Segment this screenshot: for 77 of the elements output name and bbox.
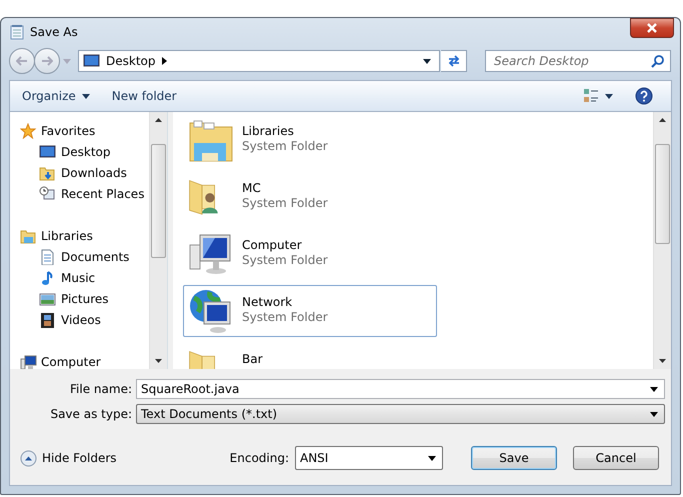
sidebar-item[interactable]: Computer (20, 351, 149, 369)
sidebar-item[interactable]: Downloads (20, 162, 149, 183)
caret-icon (82, 94, 90, 98)
caret-icon (428, 456, 436, 460)
item-type: System Folder (242, 253, 328, 267)
close-button[interactable] (630, 18, 674, 38)
item-name: Libraries (242, 124, 295, 138)
sidebar-item[interactable]: Desktop (20, 141, 149, 162)
sidebar-item[interactable]: Documents (20, 246, 149, 267)
close-icon (646, 23, 658, 33)
field-label: Save as type: (49, 407, 132, 421)
organize-button[interactable]: Organize (14, 86, 98, 106)
file-item[interactable]: Bar (183, 342, 437, 369)
sidebar-item[interactable]: Favorites (20, 120, 149, 141)
down-arrow-icon (659, 359, 666, 363)
up-arrow-icon (155, 118, 162, 122)
sidebar-item[interactable]: Pictures (20, 288, 149, 309)
field-label: File name: (69, 382, 132, 396)
scrollbar[interactable] (149, 112, 167, 369)
item-name: Network (242, 295, 294, 309)
document-icon (39, 248, 56, 264)
monitor-icon (83, 53, 100, 69)
item-name: Computer (242, 238, 303, 252)
caret-icon (605, 94, 613, 98)
back-button[interactable] (9, 48, 35, 74)
save-button[interactable]: Save (471, 446, 557, 470)
star-icon (20, 122, 37, 138)
window-title: Save As (30, 25, 78, 39)
folder-icon (20, 228, 37, 244)
collapse-icon (20, 450, 37, 466)
field-label: Encoding: (230, 451, 289, 465)
triangle-icon (162, 57, 166, 65)
file-item[interactable]: Libraries System Folder (183, 114, 437, 166)
notepad-icon (9, 24, 25, 40)
cancel-button[interactable]: Cancel (573, 446, 659, 470)
view-list-icon (583, 88, 599, 104)
clock-monitor-icon (39, 186, 56, 202)
refresh-button[interactable] (441, 50, 467, 72)
hide-folders-button[interactable]: Hide Folders (20, 450, 117, 466)
caret-icon (650, 412, 658, 416)
film-icon (39, 312, 56, 328)
up-arrow-icon (659, 118, 666, 122)
forward-button[interactable] (34, 48, 60, 74)
search-field[interactable]: Search Desktop (485, 50, 671, 72)
file-name-field[interactable]: SquareRoot.java (136, 379, 665, 399)
scroll-thumb[interactable] (151, 144, 166, 258)
sidebar-item[interactable]: Recent Places (20, 183, 149, 204)
search-icon (651, 54, 664, 68)
file-item[interactable]: Computer System Folder (183, 228, 437, 280)
monitor-icon (39, 144, 56, 160)
left-arrow-icon (16, 56, 28, 66)
caret-icon (63, 58, 71, 64)
file-item[interactable]: MC System Folder (183, 171, 437, 223)
caret-icon (650, 386, 658, 392)
item-type: System Folder (242, 196, 328, 210)
item-name: MC (242, 181, 262, 195)
file-item[interactable]: Network System Folder (183, 285, 437, 337)
encoding-dropdown[interactable]: ANSI (295, 446, 443, 470)
item-type: System Folder (242, 310, 328, 324)
help-icon (635, 87, 653, 105)
item-type: System Folder (242, 139, 328, 153)
refresh-icon (446, 54, 460, 68)
sidebar-item[interactable]: Videos (20, 309, 149, 330)
scrollbar[interactable] (653, 112, 671, 369)
caret-icon (423, 58, 431, 64)
right-arrow-icon (41, 56, 53, 66)
breadcrumb-item[interactable]: Desktop (106, 54, 156, 68)
folder-arrow-icon (39, 164, 56, 180)
new-folder-button[interactable]: New folder (104, 86, 185, 106)
picture-icon (39, 290, 56, 306)
scroll-thumb[interactable] (655, 144, 670, 244)
sidebar-item[interactable]: Libraries (20, 225, 149, 246)
item-name: Bar (242, 352, 263, 366)
address-bar[interactable]: Desktop (78, 50, 440, 72)
down-arrow-icon (155, 359, 162, 363)
sidebar-item[interactable]: Music (20, 267, 149, 288)
file-type-dropdown[interactable]: Text Documents (*.txt) (136, 404, 665, 424)
